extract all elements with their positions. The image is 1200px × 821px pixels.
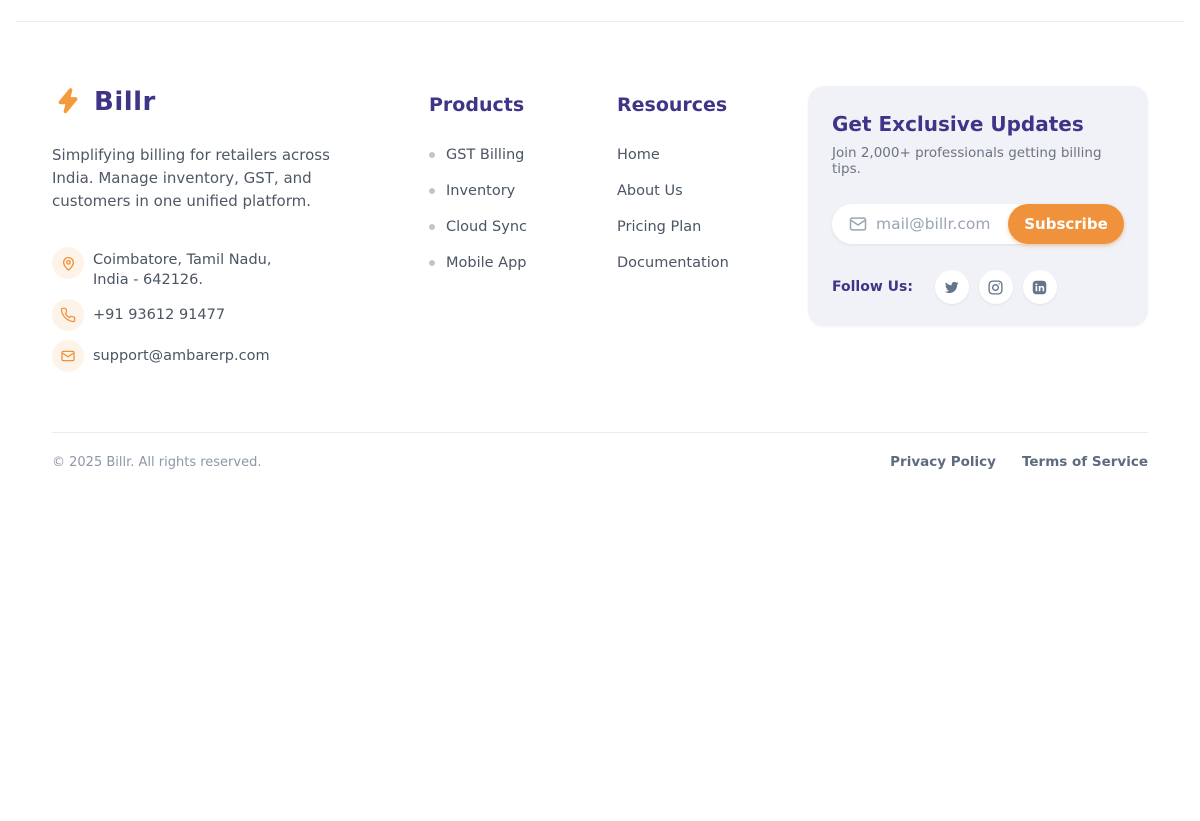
link-label: Inventory [446,183,515,199]
social-links [935,270,1057,304]
address-text: Coimbatore, Tamil Nadu, India - 642126. [93,247,271,290]
brand-column: Billr Simplifying billing for retailers … [52,86,404,372]
contact-address: Coimbatore, Tamil Nadu, India - 642126. [52,247,404,290]
terms-of-service-link[interactable]: Terms of Service [1022,454,1148,470]
contact-list: Coimbatore, Tamil Nadu, India - 642126. … [52,247,404,372]
follow-us-label: Follow Us: [832,279,913,295]
link-label: About Us [617,183,683,199]
logo[interactable]: Billr [52,86,404,118]
newsletter-title: Get Exclusive Updates [832,112,1124,136]
link-label: Documentation [617,255,729,271]
copyright-text: © 2025 Billr. All rights reserved. [52,455,261,470]
resources-list: Home About Us Pricing Plan Documentation [617,145,747,273]
link-label: Home [617,147,660,163]
instagram-icon[interactable] [979,270,1013,304]
phone-icon [52,299,84,331]
link-label: GST Billing [446,147,524,163]
products-link-cloud-sync[interactable]: Cloud Sync [429,217,561,237]
link-label: Mobile App [446,255,527,271]
follow-row: Follow Us: [832,270,1124,304]
twitter-icon[interactable] [935,270,969,304]
footer-bottom-bar: © 2025 Billr. All rights reserved. Priva… [52,432,1148,470]
subscribe-form: Subscribe [832,204,1124,244]
envelope-icon [52,340,84,372]
privacy-policy-link[interactable]: Privacy Policy [890,454,996,470]
bullet-dot-icon [429,152,435,158]
products-list: GST Billing Inventory Cloud Sync Mobile … [429,145,561,273]
link-label: Pricing Plan [617,219,701,235]
products-title: Products [429,86,561,116]
phone-text: +91 93612 91477 [93,305,225,325]
newsletter-subtitle: Join 2,000+ professionals getting billin… [832,145,1124,177]
contact-phone[interactable]: +91 93612 91477 [52,299,404,331]
link-label: Cloud Sync [446,219,527,235]
bullet-dot-icon [429,260,435,266]
resources-link-pricing-plan[interactable]: Pricing Plan [617,217,747,237]
products-column: Products GST Billing Inventory Cloud Syn… [429,86,561,289]
newsletter-card: Get Exclusive Updates Join 2,000+ profes… [808,86,1148,326]
bullet-dot-icon [429,224,435,230]
resources-link-home[interactable]: Home [617,145,747,165]
resources-column: Resources Home About Us Pricing Plan Doc… [617,86,747,289]
footer: Billr Simplifying billing for retailers … [16,21,1184,470]
lightning-bolt-icon [52,86,84,118]
subscribe-button[interactable]: Subscribe [1008,204,1124,244]
bullet-dot-icon [429,188,435,194]
products-link-inventory[interactable]: Inventory [429,181,561,201]
legal-links: Privacy Policy Terms of Service [890,454,1148,470]
linkedin-icon[interactable] [1023,270,1057,304]
resources-link-documentation[interactable]: Documentation [617,253,747,273]
resources-title: Resources [617,86,747,116]
brand-tagline: Simplifying billing for retailers across… [52,144,364,213]
location-pin-icon [52,247,84,279]
products-link-mobile-app[interactable]: Mobile App [429,253,561,273]
products-link-gst-billing[interactable]: GST Billing [429,145,561,165]
brand-name: Billr [94,87,156,117]
email-text: support@ambarerp.com [93,346,270,366]
resources-link-about-us[interactable]: About Us [617,181,747,201]
contact-email[interactable]: support@ambarerp.com [52,340,404,372]
